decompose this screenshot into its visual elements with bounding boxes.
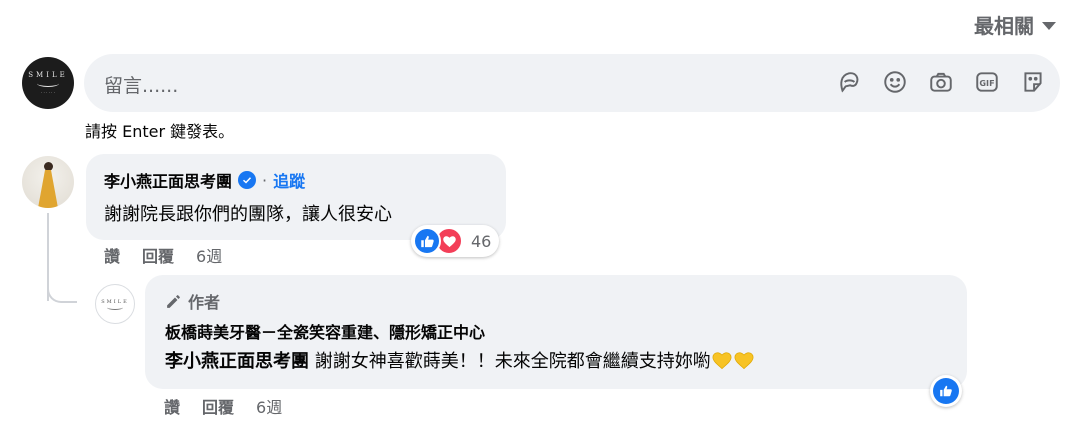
- gif-icon[interactable]: GIF: [974, 69, 1000, 95]
- sort-label: 最相關: [974, 14, 1034, 38]
- yellow-heart-icon: [734, 352, 754, 370]
- reply-bubble: 作者 板橋蒔美牙醫－全瓷笑容重建、隱形矯正中心 李小燕正面思考團 謝謝女神喜歡蒔…: [145, 275, 967, 389]
- author-badge: 作者: [165, 289, 220, 313]
- sticker-icon[interactable]: [1020, 69, 1046, 95]
- avatar-sticker-icon[interactable]: [836, 69, 862, 95]
- thread-connector: [47, 283, 77, 303]
- author-badge-label: 作者: [188, 293, 221, 312]
- reply-reaction[interactable]: [930, 375, 962, 407]
- reply-timestamp[interactable]: 6週: [256, 394, 282, 418]
- svg-text:GIF: GIF: [979, 78, 994, 88]
- comment-placeholder: 留言......: [104, 75, 179, 97]
- commenter-avatar[interactable]: [22, 156, 74, 208]
- mention-tag[interactable]: 李小燕正面思考團: [165, 351, 309, 372]
- like-reaction-icon: [933, 378, 959, 404]
- reply-button[interactable]: 回覆: [142, 243, 174, 267]
- follow-button[interactable]: 追蹤: [273, 168, 305, 192]
- composer-toolbar: GIF: [836, 69, 1046, 95]
- like-button[interactable]: 讚: [104, 243, 120, 267]
- current-user-avatar[interactable]: SMILE · · · · · ·: [22, 57, 74, 109]
- reaction-count: 46: [471, 231, 492, 251]
- comment-text: 謝謝院長跟你們的團隊，讓人很安心: [104, 204, 392, 225]
- comment-input[interactable]: 留言...... GIF: [84, 54, 1060, 112]
- emoji-icon[interactable]: [882, 69, 908, 95]
- caret-down-icon: [1042, 22, 1056, 30]
- comment-author[interactable]: 李小燕正面思考團: [104, 168, 232, 192]
- verified-badge-icon: [238, 171, 257, 189]
- reply-message: 謝謝女神喜歡蒔美！！未來全院都會繼續支持妳喲: [309, 351, 711, 372]
- reply-actions: 讚 回覆 6週: [164, 394, 282, 418]
- like-button[interactable]: 讚: [164, 394, 180, 418]
- comment-actions: 讚 回覆 6週: [104, 243, 222, 267]
- reply-button[interactable]: 回覆: [202, 394, 234, 418]
- yellow-heart-icon: [712, 352, 732, 370]
- enter-hint: 請按 Enter 鍵發表。: [85, 122, 235, 141]
- pencil-icon: [167, 294, 180, 308]
- camera-icon[interactable]: [928, 69, 954, 95]
- like-reaction-icon: [413, 227, 441, 255]
- reaction-summary[interactable]: 46: [411, 225, 500, 257]
- reply-text: 李小燕正面思考團 謝謝女神喜歡蒔美！！未來全院都會繼續支持妳喲: [165, 347, 755, 373]
- reply-author[interactable]: 板橋蒔美牙醫－全瓷笑容重建、隱形矯正中心: [165, 319, 485, 343]
- separator: ·: [262, 170, 268, 190]
- page-avatar[interactable]: SMILE: [95, 284, 135, 324]
- comment-timestamp[interactable]: 6週: [196, 243, 222, 267]
- sort-dropdown[interactable]: 最相關: [974, 10, 1056, 39]
